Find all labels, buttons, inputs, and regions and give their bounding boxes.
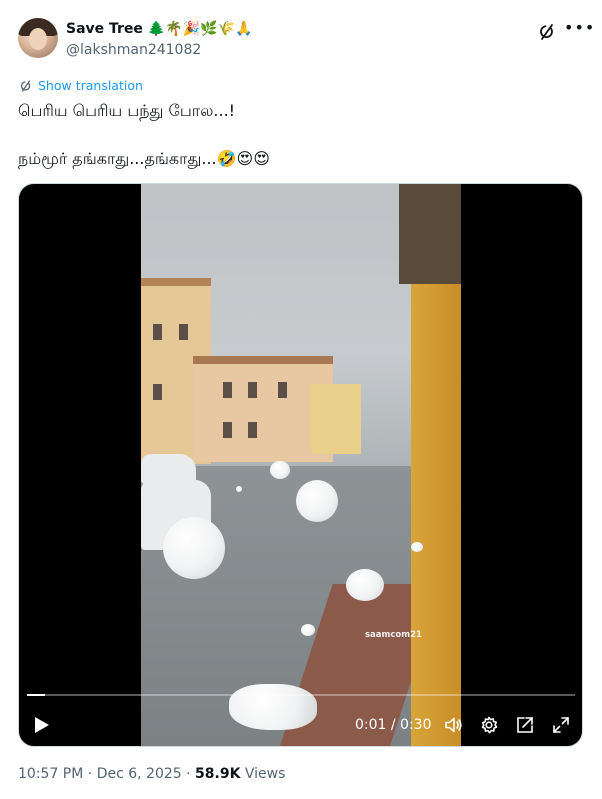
avatar[interactable] (18, 18, 58, 58)
meta-separator: · (181, 766, 196, 782)
video-progress-fill (27, 694, 46, 696)
video-frame: saamcom21 (141, 184, 461, 746)
video-player[interactable]: saamcom21 0:01 / 0:30 (18, 183, 583, 747)
author-handle[interactable]: @lakshman241082 (66, 42, 201, 58)
play-icon[interactable] (33, 715, 51, 735)
show-translation-link[interactable]: Show translation (19, 78, 143, 93)
video-time: 0:01 / 0:30 (355, 717, 432, 733)
tweet-text-line1: பெரிய பெரிய பந்து போல...! (18, 101, 236, 120)
tweet-text-line2: நம்மூர் தங்காது...தங்காது...🤣😍😍 (18, 149, 270, 168)
more-horizontal-icon[interactable]: ••• (564, 18, 594, 40)
views-label: Views (240, 766, 286, 782)
views-count[interactable]: 58.9K (195, 766, 240, 782)
author-name[interactable]: Save Tree 🌲🌴🎉🌿🌾🙏 (66, 21, 252, 37)
video-wall-right (399, 184, 461, 746)
meta-separator: · (83, 766, 97, 782)
video-hailstone (270, 461, 290, 479)
avatar-face (29, 28, 47, 50)
tweet-date[interactable]: Dec 6, 2025 (97, 766, 182, 782)
tweet-meta: 10:57 PM · Dec 6, 2025 · 58.9K Views (18, 766, 285, 782)
video-hailstone (346, 569, 384, 601)
video-hailstone (236, 486, 242, 492)
tweet-card: Save Tree 🌲🌴🎉🌿🌾🙏 @lakshman241082 ••• Sho… (0, 0, 602, 799)
volume-icon[interactable] (443, 715, 463, 735)
video-hailstone (163, 517, 225, 579)
grok-icon[interactable] (537, 22, 557, 42)
settings-gear-icon[interactable] (479, 715, 499, 735)
video-hailstone (229, 684, 317, 730)
video-hailstone (296, 480, 338, 522)
video-progress-bar[interactable] (27, 694, 575, 696)
popout-icon[interactable] (515, 715, 535, 735)
fullscreen-icon[interactable] (551, 715, 571, 735)
video-building-far (311, 384, 361, 454)
show-translation-label: Show translation (38, 78, 143, 93)
translate-icon (20, 80, 31, 92)
video-hailstone (411, 542, 423, 552)
tweet-time[interactable]: 10:57 PM (18, 766, 83, 782)
video-hailstone (301, 624, 315, 636)
video-watermark: saamcom21 (365, 630, 422, 640)
